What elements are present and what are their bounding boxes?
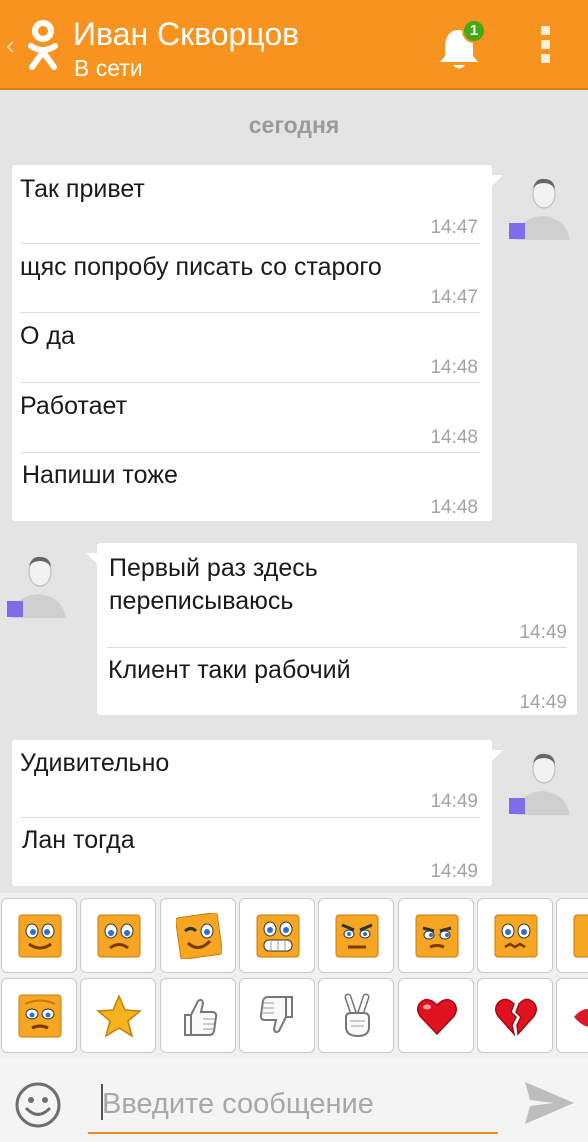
message-text: Лан тогда	[22, 826, 135, 854]
overflow-menu-icon[interactable]	[536, 26, 554, 66]
message-time: 14:47	[430, 287, 478, 308]
message-divider	[20, 312, 480, 313]
message-text: Работает	[20, 392, 128, 420]
contact-status: В сети	[74, 55, 143, 81]
message-divider	[20, 243, 480, 244]
back-chevron-icon[interactable]: ‹	[6, 30, 15, 60]
message-time: 14:49	[519, 622, 567, 643]
message-divider	[20, 817, 480, 818]
message-group: Первый раз здесь переписываюсь 14:49 Кли…	[86, 543, 577, 715]
notification-badge: 1	[462, 19, 486, 43]
message-time: 14:49	[430, 861, 478, 882]
angry-face-icon[interactable]	[318, 898, 394, 973]
odnoklassniki-logo-icon[interactable]	[26, 20, 60, 72]
message-time: 14:49	[519, 692, 567, 713]
message-divider	[20, 382, 480, 383]
message-composer	[0, 1058, 588, 1142]
contact-name[interactable]: Иван Скворцов	[73, 15, 299, 53]
message-group: Удивительно 14:49 Лан тогда 14:49	[12, 740, 503, 886]
message-time: 14:48	[430, 497, 478, 518]
broken-heart-icon[interactable]	[477, 978, 553, 1053]
message-time: 14:49	[430, 791, 478, 812]
suspicious-face-icon[interactable]	[398, 898, 474, 973]
emoji-toggle-icon[interactable]	[14, 1081, 62, 1129]
smile-face-icon[interactable]	[1, 898, 77, 973]
star-icon[interactable]	[80, 978, 156, 1053]
wink-face-icon[interactable]	[160, 898, 236, 973]
text-caret	[101, 1084, 103, 1120]
sad-face-icon[interactable]	[80, 898, 156, 973]
message-divider	[20, 452, 480, 453]
message-text: щяс попробу писать со старого	[20, 253, 382, 281]
heart-icon[interactable]	[398, 978, 474, 1053]
message-input[interactable]	[88, 1076, 498, 1134]
lips-icon[interactable]	[556, 978, 588, 1053]
thumbs-down-icon[interactable]	[239, 978, 315, 1053]
message-text: Первый раз здесь переписываюсь	[109, 554, 318, 615]
message-text: Напиши тоже	[22, 461, 178, 489]
contact-avatar[interactable]	[508, 745, 576, 815]
message-time: 14:48	[430, 427, 478, 448]
message-group: Так привет 14:47 щяс попробу писать со с…	[12, 165, 503, 521]
message-text: Удивительно	[20, 749, 170, 777]
message-text: Клиент таки рабочий	[108, 656, 351, 684]
worried-face-icon[interactable]	[477, 898, 553, 973]
message-text: Так привет	[20, 175, 145, 203]
message-divider	[107, 647, 567, 648]
message-time: 14:47	[430, 217, 478, 238]
send-icon[interactable]	[522, 1078, 576, 1128]
thumbs-up-icon[interactable]	[160, 978, 236, 1053]
day-separator: сегодня	[248, 112, 340, 138]
chat-header: ‹ Иван Скворцов В сети 1	[0, 0, 588, 90]
message-time: 14:48	[430, 357, 478, 378]
victory-hand-icon[interactable]	[318, 978, 394, 1053]
message-text: О да	[20, 322, 75, 350]
own-avatar[interactable]	[6, 548, 74, 618]
contact-avatar[interactable]	[508, 170, 576, 240]
emoji-panel	[0, 893, 588, 1058]
frown-face-icon[interactable]	[1, 978, 77, 1053]
smirk-face-icon[interactable]	[556, 898, 588, 973]
grin-face-icon[interactable]	[239, 898, 315, 973]
